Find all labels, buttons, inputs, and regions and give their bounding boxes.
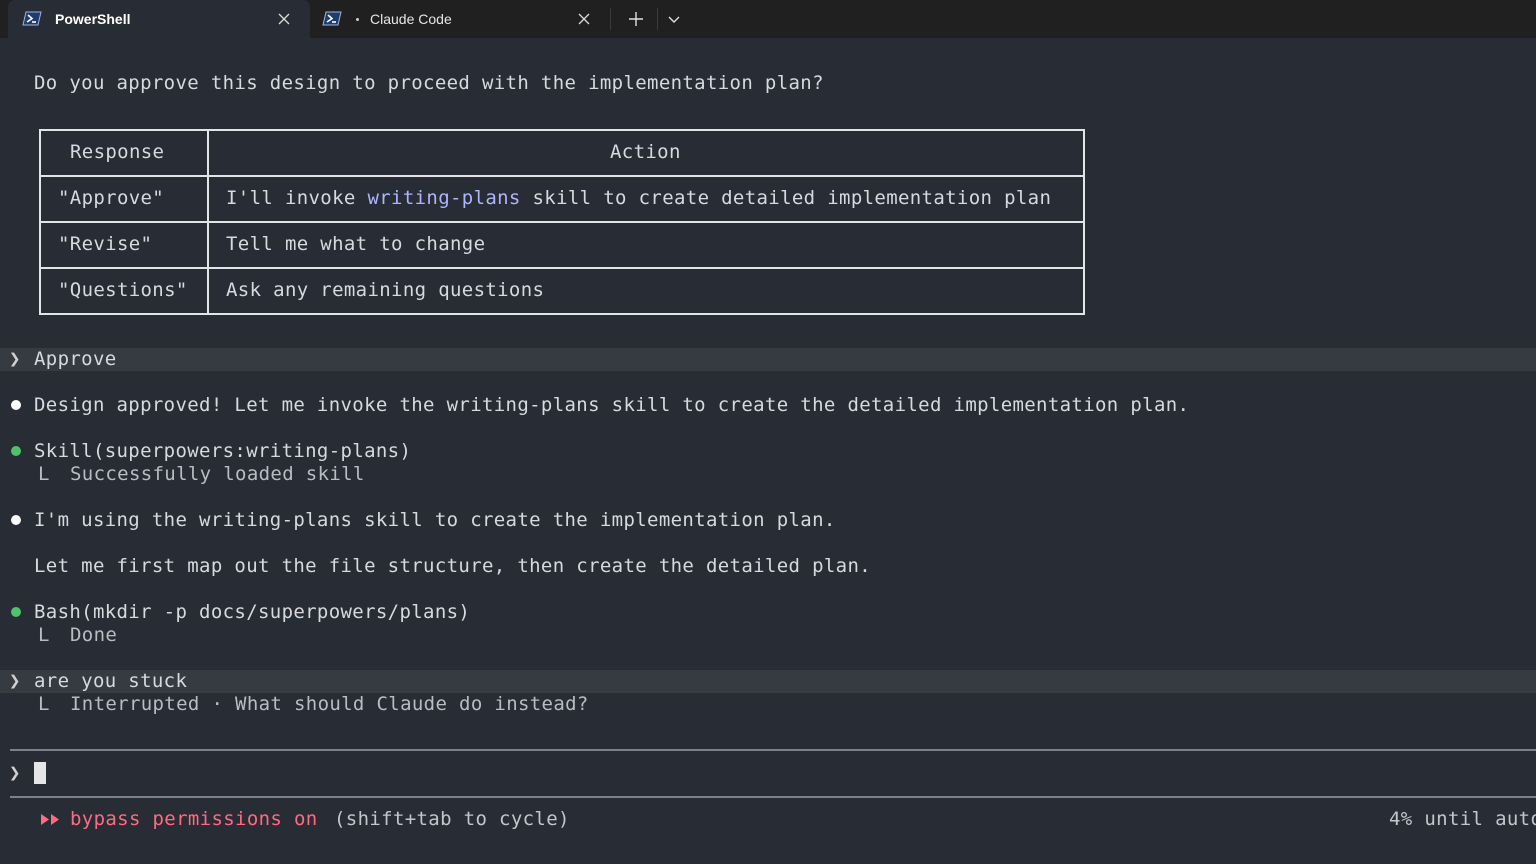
text-cursor (34, 762, 46, 784)
powershell-icon (22, 11, 42, 26)
input-border-top (10, 749, 1536, 751)
tool-result: Successfully loaded skill (70, 463, 365, 485)
action-text: skill to create detailed implementation … (520, 187, 1052, 209)
user-message-text: are you stuck (34, 670, 188, 692)
interrupted-notice: Interrupted · What should Claude do inst… (70, 693, 589, 715)
assistant-question: Do you approve this design to proceed wi… (34, 72, 824, 94)
table-cell-response: "Approve" (58, 187, 165, 209)
tab-powershell[interactable]: PowerShell (8, 0, 310, 38)
assistant-message: Let me first map out the file structure,… (34, 555, 872, 577)
tool-result: Done (70, 624, 118, 646)
tab-divider (610, 8, 611, 30)
input-border-bottom (10, 796, 1536, 798)
tree-branch-icon: L (38, 624, 50, 646)
close-icon[interactable] (276, 11, 292, 27)
tool-call-skill: Skill(superpowers:writing-plans) (34, 440, 412, 462)
tab-claude-code[interactable]: Claude Code (312, 0, 608, 38)
table-cell-action: Tell me what to change (226, 233, 486, 255)
bypass-permissions-hint: (shift+tab to cycle) (334, 808, 570, 830)
table-header-action: Action (610, 141, 681, 163)
powershell-icon (322, 11, 342, 26)
tab-title: PowerShell (55, 11, 131, 27)
user-message-text: Approve (34, 348, 117, 370)
activity-indicator (356, 18, 359, 21)
tab-bar: PowerShell Claude Code (0, 0, 1536, 38)
tool-call-bash: Bash(mkdir -p docs/superpowers/plans) (34, 601, 471, 623)
user-message-approve (0, 348, 1536, 371)
skill-link: writing-plans (367, 187, 521, 209)
tree-branch-icon: L (38, 463, 50, 485)
tree-branch-icon: L (38, 693, 50, 715)
table-cell-response: "Revise" (58, 233, 153, 255)
chevron-right-icon: ❯ (9, 670, 21, 692)
bullet-icon (11, 515, 21, 525)
action-text: I'll invoke (226, 187, 368, 209)
fast-forward-icon (41, 814, 59, 825)
table-header-response: Response (70, 141, 165, 163)
bullet-icon (11, 607, 21, 617)
assistant-message: Design approved! Let me invoke the writi… (34, 394, 1190, 416)
assistant-message: I'm using the writing-plans skill to cre… (34, 509, 836, 531)
table-grid (39, 129, 1085, 315)
close-icon[interactable] (576, 11, 592, 27)
chevron-right-icon: ❯ (9, 348, 21, 370)
plus-icon[interactable] (626, 10, 646, 28)
tab-title: Claude Code (370, 11, 452, 27)
chevron-right-icon: ❯ (9, 762, 21, 784)
user-message-stuck (0, 670, 1536, 693)
table-cell-action: I'll invoke writing-plans skill to creat… (226, 187, 1051, 210)
response-table: Response Action "Approve" I'll invoke wr… (39, 129, 1085, 315)
bullet-icon (11, 446, 21, 456)
bullet-icon (11, 400, 21, 410)
table-cell-action: Ask any remaining questions (226, 279, 545, 301)
bypass-permissions-label: bypass permissions on (70, 808, 318, 830)
tab-divider (657, 8, 658, 30)
context-remaining: 4% until auto (1389, 808, 1536, 830)
chevron-down-icon[interactable] (665, 11, 683, 27)
table-cell-response: "Questions" (58, 279, 188, 301)
